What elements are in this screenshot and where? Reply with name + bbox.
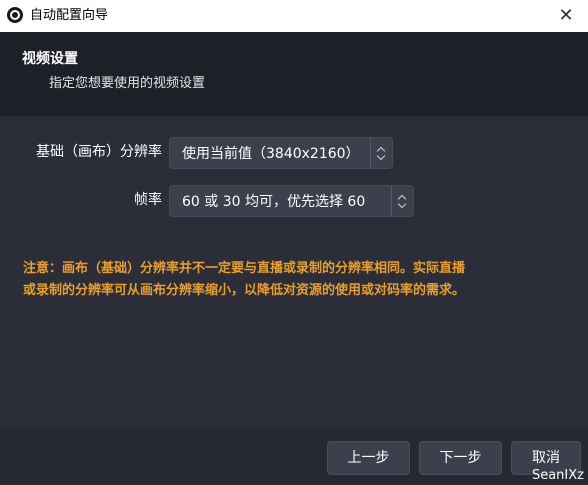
updown-arrows-icon xyxy=(370,138,392,168)
resolution-select[interactable]: 使用当前值（3840x2160） xyxy=(169,137,393,169)
updown-arrows-icon xyxy=(391,186,413,216)
next-button[interactable]: 下一步 xyxy=(419,441,502,475)
obs-logo-icon xyxy=(7,7,23,23)
fps-select[interactable]: 60 或 30 均可，优先选择 60 xyxy=(169,185,414,217)
warning-line-2: 或录制的分辨率可从画布分辨率缩小，以降低对资源的使用或对码率的需求。 xyxy=(23,283,466,298)
page-title: 视频设置 xyxy=(22,51,78,67)
window-titlebar: 自动配置向导 ✕ xyxy=(0,0,588,32)
resolution-warning: 注意：画布（基础）分辨率并不一定要与直播或录制的分辨率相同。实际直播 或录制的分… xyxy=(23,258,568,302)
watermark: SeanIXz xyxy=(531,468,584,483)
resolution-label: 基础（画布）分辨率 xyxy=(36,144,162,160)
warning-line-1: 注意：画布（基础）分辨率并不一定要与直播或录制的分辨率相同。实际直播 xyxy=(23,261,466,276)
close-button[interactable]: ✕ xyxy=(544,0,588,32)
resolution-select-value: 使用当前值（3840x2160） xyxy=(182,146,360,162)
fps-label: 帧率 xyxy=(134,192,162,208)
back-button[interactable]: 上一步 xyxy=(327,441,410,475)
page-subtitle: 指定您想要使用的视频设置 xyxy=(49,76,206,91)
window-title: 自动配置向导 xyxy=(30,8,109,23)
page-header: 视频设置 指定您想要使用的视频设置 xyxy=(0,32,588,116)
fps-select-value: 60 或 30 均可，优先选择 60 xyxy=(182,194,366,210)
